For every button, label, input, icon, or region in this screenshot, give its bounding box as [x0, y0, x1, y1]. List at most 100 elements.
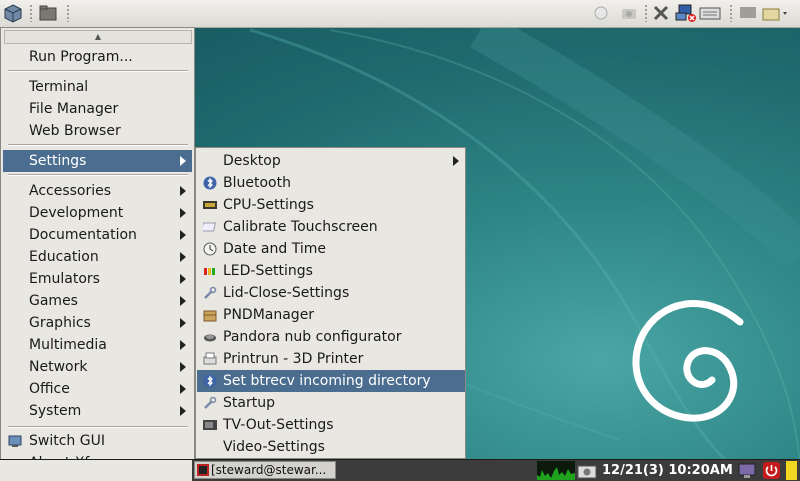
panel-separator	[29, 4, 33, 22]
battery-icon	[786, 461, 797, 480]
nub-icon	[204, 334, 216, 342]
menu-item-category[interactable]: Education	[3, 246, 192, 268]
keyboard-button[interactable]	[698, 2, 722, 24]
cpu-icon	[203, 201, 217, 209]
menu-item-category-label: Education	[29, 249, 99, 265]
tools-button[interactable]	[650, 2, 672, 24]
settings-item[interactable]: Calibrate Touchscreen	[197, 216, 465, 238]
bottom-panel: [steward@stewar... 12/21(3) 10:20AM	[0, 459, 800, 481]
xfce-cube-icon	[4, 4, 22, 23]
settings-item[interactable]: PNDManager	[197, 304, 465, 326]
cpu-graph	[537, 460, 575, 481]
panel-separator	[66, 4, 70, 22]
settings-item[interactable]: Lid-Close-Settings	[197, 282, 465, 304]
settings-item[interactable]: Bluetooth	[197, 172, 465, 194]
settings-item[interactable]: TV-Out-Settings	[197, 414, 465, 436]
panel-separator	[729, 4, 733, 22]
menu-item-category[interactable]: Multimedia	[3, 334, 192, 356]
clock[interactable]: 12/21(3) 10:20AM	[602, 460, 733, 481]
menu-separator	[8, 426, 188, 428]
screenshot-button[interactable]	[577, 460, 599, 481]
bluetooth-icon	[203, 374, 217, 388]
menu-item-web-browser[interactable]: Web Browser	[3, 120, 192, 142]
submenu-arrow-icon	[180, 340, 186, 350]
settings-item-label: PNDManager	[223, 307, 315, 323]
menu-item-category[interactable]: System	[3, 400, 192, 422]
power-button[interactable]	[763, 460, 783, 481]
menu-item-category[interactable]: Games	[3, 290, 192, 312]
settings-item[interactable]: Video-Settings	[197, 436, 465, 458]
folder-icon	[39, 5, 57, 21]
settings-item[interactable]: Printrun - 3D Printer	[197, 348, 465, 370]
menu-item-category[interactable]: Graphics	[3, 312, 192, 334]
submenu-arrow-icon	[180, 274, 186, 284]
camera-button[interactable]	[619, 2, 639, 24]
menu-item-category-label: Graphics	[29, 315, 91, 331]
menu-item-category[interactable]: Emulators	[3, 268, 192, 290]
file-manager-launcher[interactable]	[37, 2, 59, 24]
submenu-arrow-icon	[180, 156, 186, 166]
submenu-arrow-icon	[180, 296, 186, 306]
package-icon	[203, 310, 217, 322]
panel-separator	[644, 4, 648, 22]
switch-gui-icon	[8, 435, 22, 447]
settings-item-label: Pandora nub configurator	[223, 329, 402, 345]
menu-item-category[interactable]: Network	[3, 356, 192, 378]
submenu-arrow-icon	[180, 230, 186, 240]
places-button[interactable]	[761, 2, 791, 24]
display-icon	[740, 7, 756, 18]
settings-item[interactable]: Startup	[197, 392, 465, 414]
submenu-arrow-icon	[180, 318, 186, 328]
record-button[interactable]	[592, 2, 610, 24]
top-panel	[0, 0, 800, 28]
menu-item-file-manager[interactable]: File Manager	[3, 98, 192, 120]
clock-label: 12/21(3) 10:20AM	[602, 463, 733, 478]
settings-item-label: Printrun - 3D Printer	[223, 351, 364, 367]
folder-places-icon	[762, 8, 787, 21]
menu-item-category-label: Games	[29, 293, 78, 309]
taskbar-terminal-label: [steward@stewar...	[211, 463, 327, 477]
menu-separator	[8, 144, 188, 146]
clock-icon	[203, 242, 217, 256]
display-button[interactable]	[738, 2, 758, 24]
settings-item-label: Startup	[223, 395, 275, 411]
submenu-arrow-icon	[180, 208, 186, 218]
settings-item[interactable]: Pandora nub configurator	[197, 326, 465, 348]
applications-menu-button[interactable]	[1, 2, 25, 24]
settings-item-label: Bluetooth	[223, 175, 291, 191]
settings-item-label: CPU-Settings	[223, 197, 314, 213]
terminal-icon	[197, 464, 209, 476]
menu-item-run-program[interactable]: Run Program...	[3, 46, 192, 68]
menu-item-category-label: Emulators	[29, 271, 100, 287]
menu-item-category[interactable]: Development	[3, 202, 192, 224]
settings-item-label: Set btrecv incoming directory	[223, 373, 431, 389]
panel-menu-spacer	[0, 460, 192, 481]
menu-item-switch-gui[interactable]: Switch GUI	[3, 430, 192, 452]
menu-item-category[interactable]: Accessories	[3, 180, 192, 202]
menu-item-switch-gui-label: Switch GUI	[29, 433, 105, 449]
keyboard-icon	[699, 7, 721, 20]
show-desktop-button[interactable]	[738, 460, 758, 481]
menu-item-category[interactable]: Office	[3, 378, 192, 400]
menu-separator	[8, 174, 188, 176]
menu-item-settings[interactable]: Settings	[3, 150, 192, 172]
settings-item[interactable]: Set btrecv incoming directory	[197, 370, 465, 392]
menu-item-category-label: Development	[29, 205, 124, 221]
settings-item[interactable]: LED-Settings	[197, 260, 465, 282]
menu-scroll-up-button[interactable]: ▲	[4, 30, 192, 44]
taskbar-terminal-button[interactable]: [steward@stewar...	[194, 461, 336, 479]
applications-menu: ▲ Run Program... Terminal File Manager W…	[0, 27, 195, 476]
camera-icon	[577, 465, 597, 478]
settings-item-label: TV-Out-Settings	[223, 417, 334, 433]
settings-item[interactable]: Date and Time	[197, 238, 465, 260]
settings-item-label: Calibrate Touchscreen	[223, 219, 378, 235]
power-icon	[763, 462, 780, 479]
menu-item-terminal[interactable]: Terminal	[3, 76, 192, 98]
settings-item[interactable]: CPU-Settings	[197, 194, 465, 216]
settings-item-label: Date and Time	[223, 241, 326, 257]
settings-item-label: Video-Settings	[223, 439, 325, 455]
settings-item[interactable]: Desktop	[197, 150, 465, 172]
settings-item-label: LED-Settings	[223, 263, 313, 279]
menu-item-category[interactable]: Documentation	[3, 224, 192, 246]
network-status-button[interactable]	[674, 2, 698, 24]
